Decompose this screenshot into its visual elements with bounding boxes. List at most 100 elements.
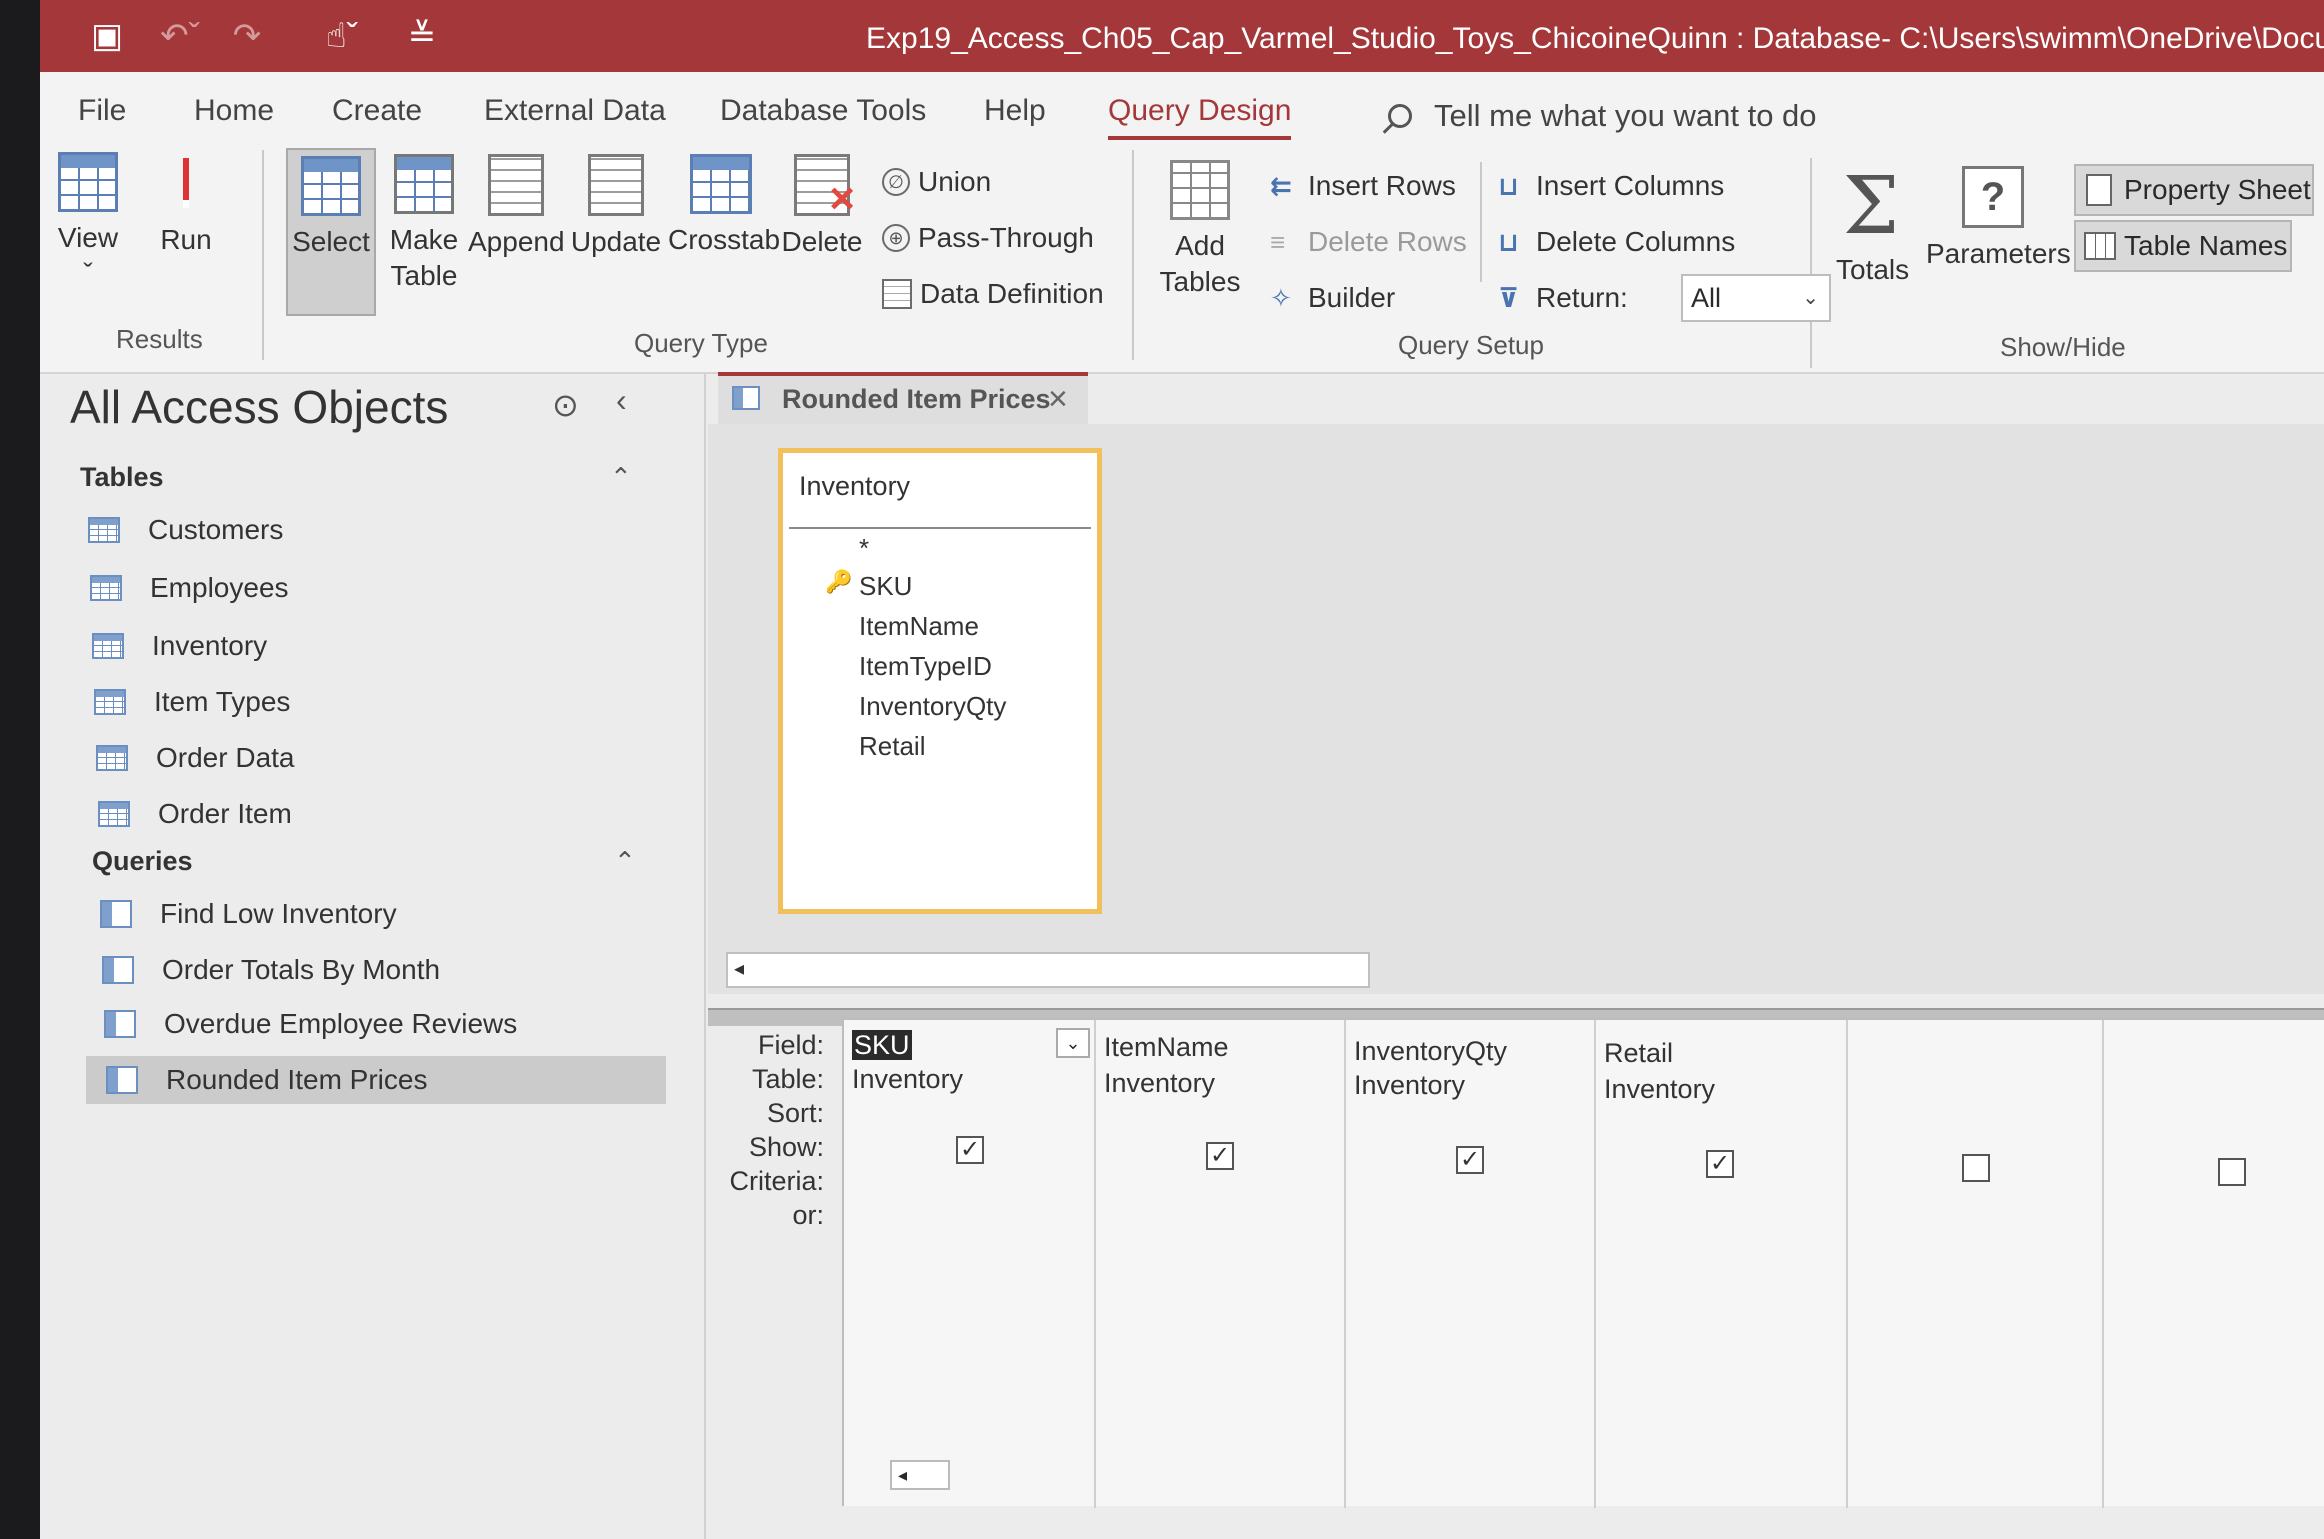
primary-key-icon: 🔑	[825, 569, 853, 594]
field-list-inventory[interactable]: Inventory * 🔑 SKU ItemName ItemTypeID In…	[778, 448, 1102, 914]
save-icon[interactable]: ▣	[84, 14, 130, 58]
grid-horizontal-scrollbar[interactable]: ◂	[890, 1460, 950, 1490]
view-button[interactable]: View ˇ	[46, 152, 130, 292]
tab-database-tools[interactable]: Database Tools	[720, 94, 926, 128]
update-pencil-icon	[588, 154, 644, 216]
grid-column[interactable]: SKU ⌄ Inventory ✓	[844, 1020, 1096, 1508]
field-list-item[interactable]: Retail	[859, 731, 925, 762]
delete-query-icon: ×	[794, 154, 855, 221]
delete-rows-button[interactable]: ≡ Delete Rows	[1270, 222, 1467, 262]
document-tab[interactable]: Rounded Item Prices ×	[718, 372, 1088, 424]
nav-table-inventory[interactable]: Inventory	[92, 622, 267, 670]
nav-table-item-types[interactable]: Item Types	[94, 678, 290, 726]
query-icon	[102, 956, 134, 984]
pass-through-button[interactable]: ⊕ Pass-Through	[882, 218, 1094, 258]
make-table-button[interactable]: Make Table	[382, 154, 466, 294]
nav-table-customers[interactable]: Customers	[88, 506, 283, 554]
grid-column[interactable]	[2104, 1020, 2324, 1508]
totals-button[interactable]: Σ Totals	[1836, 166, 1909, 288]
nav-table-employees[interactable]: Employees	[90, 564, 289, 612]
undo-icon[interactable]: ↶ˇ	[150, 14, 210, 58]
tab-query-design[interactable]: Query Design	[1108, 94, 1292, 140]
table-cell[interactable]: Inventory	[1604, 1074, 1715, 1105]
scroll-left-icon[interactable]: ◂	[734, 956, 744, 981]
touch-mode-icon[interactable]: ☝ˇ	[302, 14, 382, 58]
upper-horizontal-scrollbar[interactable]: ◂	[726, 952, 1370, 988]
nav-category-tables[interactable]: Tables	[80, 462, 164, 493]
table-cell[interactable]: Inventory	[1104, 1068, 1215, 1099]
tab-home[interactable]: Home	[194, 94, 274, 128]
field-cell[interactable]: Retail	[1604, 1038, 1673, 1069]
show-checkbox[interactable]: ✓	[956, 1136, 984, 1164]
field-list-item[interactable]: ItemName	[859, 611, 979, 642]
nav-table-order-data[interactable]: Order Data	[96, 734, 295, 782]
nav-query-rounded-item-prices[interactable]: Rounded Item Prices	[86, 1056, 666, 1104]
table-names-button[interactable]: Table Names	[2074, 220, 2292, 272]
field-cell[interactable]: ItemName	[1104, 1032, 1229, 1063]
return-dropdown[interactable]: All ⌄	[1681, 274, 1831, 322]
field-list-star[interactable]: *	[859, 533, 869, 564]
select-query-button[interactable]: Select	[286, 148, 376, 316]
nav-query-order-totals-by-month[interactable]: Order Totals By Month	[102, 946, 440, 994]
tab-external-data[interactable]: External Data	[484, 94, 666, 128]
collapse-pane-icon[interactable]: ‹	[616, 382, 627, 419]
show-checkbox[interactable]: ✓	[1456, 1146, 1484, 1174]
chevron-down-icon[interactable]: ⌄	[1056, 1028, 1090, 1058]
nav-query-overdue-employee-reviews[interactable]: Overdue Employee Reviews	[104, 1000, 517, 1048]
nav-item-label: Rounded Item Prices	[166, 1064, 428, 1095]
row-label-field: Field:	[757, 1030, 824, 1060]
field-list-item[interactable]: SKU	[859, 571, 912, 602]
parameters-label: Parameters	[1926, 238, 2071, 269]
show-checkbox[interactable]: ✓	[1706, 1150, 1734, 1178]
data-definition-button[interactable]: Data Definition	[882, 274, 1104, 314]
field-cell[interactable]: InventoryQty	[1354, 1036, 1507, 1067]
insert-rows-button[interactable]: ⇇ Insert Rows	[1270, 166, 1456, 206]
chevron-up-icon[interactable]: ⌃	[610, 462, 632, 493]
grid-column[interactable]: InventoryQty Inventory ✓	[1346, 1020, 1596, 1508]
builder-button[interactable]: ✧ Builder	[1270, 278, 1395, 318]
grid-column[interactable]: ItemName Inventory ✓	[1096, 1020, 1346, 1508]
customize-qat-icon[interactable]: ≚	[402, 14, 442, 58]
union-button[interactable]: ∅ Union	[882, 162, 991, 202]
nav-menu-icon[interactable]: ⊙	[552, 386, 579, 424]
show-checkbox[interactable]	[2218, 1158, 2246, 1186]
add-tables-button[interactable]: Add Tables	[1158, 160, 1242, 300]
append-button[interactable]: Append	[468, 154, 565, 260]
property-sheet-button[interactable]: Property Sheet	[2074, 164, 2314, 216]
nav-query-find-low-inventory[interactable]: Find Low Inventory	[100, 890, 397, 938]
run-button[interactable]: Run	[154, 152, 218, 258]
grid-column[interactable]: Retail Inventory ✓	[1596, 1020, 1848, 1508]
parameters-icon: ?	[1962, 166, 2024, 228]
crosstab-button[interactable]: Crosstab	[668, 154, 780, 258]
nav-category-queries[interactable]: Queries	[92, 846, 193, 877]
update-label: Update	[570, 226, 662, 257]
insert-columns-button[interactable]: ⊔ Insert Columns	[1498, 166, 1724, 206]
field-list-item[interactable]: InventoryQty	[859, 691, 1006, 722]
group-query-setup-label: Query Setup	[1398, 330, 1544, 360]
tab-create[interactable]: Create	[332, 94, 422, 128]
table-cell[interactable]: Inventory	[1354, 1070, 1465, 1101]
delete-columns-button[interactable]: ⊔ Delete Columns	[1498, 222, 1735, 262]
table-cell[interactable]: Inventory	[852, 1064, 963, 1095]
grid-column[interactable]	[1848, 1020, 2104, 1508]
chevron-up-icon[interactable]: ⌃	[614, 846, 636, 877]
scroll-left-icon[interactable]: ◂	[898, 1465, 907, 1485]
tab-help[interactable]: Help	[984, 94, 1046, 128]
query-icon	[106, 1066, 138, 1094]
tell-me-box[interactable]: Tell me what you want to do	[1388, 98, 1817, 134]
field-cell[interactable]: SKU	[852, 1030, 912, 1061]
divider	[789, 527, 1091, 529]
parameters-button[interactable]: ? Parameters	[1926, 166, 2071, 272]
update-button[interactable]: Update	[570, 154, 662, 260]
show-checkbox[interactable]	[1962, 1154, 1990, 1182]
nav-table-order-item[interactable]: Order Item	[98, 790, 292, 838]
close-icon[interactable]: ×	[1048, 376, 1068, 422]
field-list-item[interactable]: ItemTypeID	[859, 651, 992, 682]
nav-item-label: Inventory	[152, 630, 268, 661]
tab-file[interactable]: File	[78, 94, 126, 128]
ribbon: View ˇ Run Results Select Make Table Appen…	[40, 142, 2324, 374]
delete-query-button[interactable]: × Delete	[780, 154, 864, 260]
redo-icon[interactable]: ↷	[224, 14, 270, 58]
show-checkbox[interactable]: ✓	[1206, 1142, 1234, 1170]
append-label: Append	[468, 226, 565, 257]
